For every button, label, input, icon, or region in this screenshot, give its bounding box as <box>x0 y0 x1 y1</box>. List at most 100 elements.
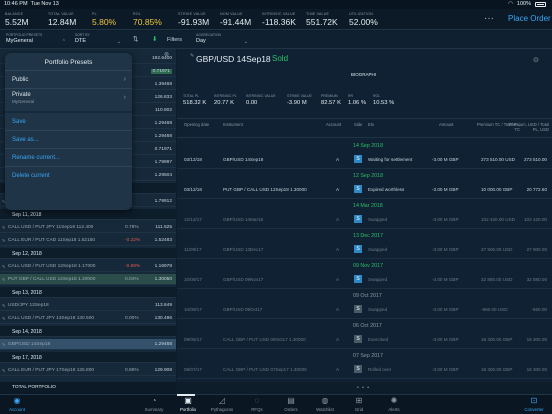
position-row[interactable]: ✎ CALL EUR / PUT JPY 17Sep18 125.800 0.89%… <box>0 365 176 376</box>
instrument: GBP/USD 13Dec17 <box>223 247 264 252</box>
history-date: 12 Sep 2018 <box>353 173 384 179</box>
more-dots-icon[interactable]: ··· <box>484 13 494 24</box>
aggregation-select[interactable]: AGGREGATION Day ⌄ <box>196 33 248 45</box>
history-row[interactable]: 06 Oct 2017 09/05/17 CALL GBP / PUT USD 06… <box>177 319 552 349</box>
settings-icon[interactable]: ⊗ <box>164 51 169 58</box>
position-edit-icon: ✎ <box>2 264 6 269</box>
sort-order-icon[interactable]: ⇅ <box>133 35 138 43</box>
private-presets-item[interactable]: Private MyGeneral <box>12 92 34 104</box>
position-name: CALL EUR / PUT JPY 17Sep18 125.800 <box>8 368 95 373</box>
save-button[interactable]: Save <box>12 119 26 125</box>
history-row[interactable]: 14 Sep 2018 03/12/18 GBP/USD 14Sep18 A S Wait… <box>177 139 552 169</box>
side-badge: S <box>354 155 362 163</box>
date-header: Sep 14, 2018 <box>0 326 176 337</box>
status-date: Tue Nov 13 <box>30 1 59 7</box>
tab-grid[interactable]: ⊞ Grid <box>344 396 374 412</box>
history-row[interactable]: 12 Sep 2018 03/12/18 PUT GBP / CALL USD 12… <box>177 169 552 199</box>
position-row[interactable]: ✎ USD/JPY 13Sep18 113.649 <box>0 300 176 311</box>
position-change: -0.89% <box>125 264 141 269</box>
trade-title: GBP/USD 14Sep18 <box>196 54 271 64</box>
download-icon[interactable]: ⬇ <box>152 35 157 43</box>
premium-usd: 18 300.00 <box>526 337 547 342</box>
metric-value: 551.72K <box>306 17 338 27</box>
status-time: 10:46 PM <box>4 1 28 7</box>
history-row[interactable]: 09 Nov 2017 10/09/17 GBP/USD 09Nov17 A S Swap… <box>177 259 552 289</box>
metric-intrinsic-value: INTRINSIC VALUE -118.36K <box>262 12 296 27</box>
date-label: Sep 14, 2018 <box>12 329 42 335</box>
date-header: Sep 13, 2018 <box>0 287 176 298</box>
chevron-down-icon: ⌄ <box>116 39 121 45</box>
position-edit-icon: ✎ <box>2 342 6 347</box>
history-date: 14 Mar 2018 <box>353 203 383 209</box>
position-row[interactable]: ✎ PUT GBP / CALL USD 12Sep18 1.30000 0.04%… <box>0 274 176 285</box>
position-row[interactable]: ✎ CALL EUR / PUT CAD 11Sep18 1.52150 -0.22… <box>0 235 176 246</box>
portfolio-presets-select[interactable]: PORTFOLIO PRESETS MyGeneral ⌃ <box>6 33 66 45</box>
bio-metric: INTRINSIC PL 20.77 K <box>214 94 237 106</box>
premium-tc: 27 900.00 USD <box>481 247 513 252</box>
column-header: Etx <box>368 122 375 127</box>
tab-label: Grid <box>354 407 364 412</box>
amount: -3.00 M GBP <box>432 307 459 312</box>
account: A <box>336 277 340 282</box>
position-edit-icon: ✎ <box>2 238 6 243</box>
side-badge: S <box>354 245 362 253</box>
page-indicator[interactable]: • • • <box>357 385 370 391</box>
tab-account[interactable]: ◉ Account <box>2 396 32 412</box>
tab-bar: ◉ Account ◔ Summary ▣ Portfolio ◿ Pythagoras ◌ RF… <box>0 394 552 414</box>
tab-label: Portfolio <box>179 407 197 412</box>
tab-converter[interactable]: ⊡ Converter <box>519 396 549 412</box>
side-badge: S <box>354 215 362 223</box>
save-as-button[interactable]: Save as... <box>12 137 39 143</box>
metric-label: NOM VALUE <box>220 12 243 16</box>
history-row[interactable]: 07 Sep 2017 08/07/17 CALL GBP / PUT USD 07… <box>177 349 552 379</box>
filters-button[interactable]: Filters <box>167 37 182 43</box>
amount: -3.00 M GBP <box>432 157 459 162</box>
rename-current-button[interactable]: Rename current... <box>12 155 60 161</box>
battery-percent: 100% <box>516 1 531 7</box>
history-row[interactable]: 09 Oct 2017 10/09/17 GBP/USD 09Oct17 A S Swap… <box>177 289 552 319</box>
position-change: 0.00% <box>125 316 139 321</box>
history-row[interactable]: 14 Mar 2018 12/12/17 GBP/USD 14Mar18 A S Swap… <box>177 199 552 229</box>
bio-metric-label: TOTAL PL <box>183 94 200 98</box>
tab-rfqs[interactable]: ◌ RFQs <box>242 396 272 412</box>
rfqs-icon: ◌ <box>254 396 260 405</box>
side-badge: S <box>354 185 362 193</box>
amount: -3.00 M GBP <box>432 217 459 222</box>
history-date: 14 Sep 2018 <box>353 143 384 149</box>
tab-watchlist[interactable]: ◍ Watchlist <box>310 396 340 412</box>
position-row[interactable]: ✎ CALL USD / PUT JPY 13Sep18 130.500 0.00%… <box>0 313 176 324</box>
position-edit-icon: ✎ <box>2 303 6 308</box>
tab-portfolio[interactable]: ▣ Portfolio <box>173 396 203 412</box>
premium-usd: 32 880.00 <box>526 277 547 282</box>
position-row[interactable]: ✎ CALL USD / PUT JPY 11Sep18 112.400 0.78%… <box>0 222 176 233</box>
options-icon[interactable]: ⊙ <box>533 56 539 64</box>
metric-label: STRIKE VALUE <box>178 12 206 16</box>
position-row[interactable]: ✎ CALL USD / PUT USD 12Sep18 1.17000 -0.89… <box>0 261 176 272</box>
amount: -3.00 M GBP <box>432 367 459 372</box>
tab-orders[interactable]: ▤ Orders <box>276 396 306 412</box>
instrument: GBP/USD 14Sep18 <box>223 157 264 162</box>
premium-usd: 18 300.00 <box>526 367 547 372</box>
public-presets-item[interactable]: Public <box>12 77 28 83</box>
biography-title: BIOGRAPHI <box>351 72 377 77</box>
edit-icon[interactable]: ✎ <box>190 53 194 59</box>
bio-metric-value: 0.00 <box>246 100 258 106</box>
amount: -3.00 M GBP <box>432 337 459 342</box>
date-label: Sep 11, 2018 <box>12 212 42 218</box>
place-order-button[interactable]: Place Order <box>508 14 551 23</box>
history-row[interactable]: 13 Dec 2017 11/09/17 GBP/USD 13Dec17 A S Swap… <box>177 229 552 259</box>
position-row[interactable]: ✎ GBP/USD 14Sep18 1.29468 <box>0 339 176 350</box>
tab-pythagoras[interactable]: ◿ Pythagoras <box>207 396 237 412</box>
tab-summary[interactable]: ◔ Summary <box>139 396 169 412</box>
history-date: 09 Nov 2017 <box>353 263 384 269</box>
history-date: 09 Oct 2017 <box>353 293 382 299</box>
date-label: Sep 12, 2018 <box>12 251 42 257</box>
status-bar: 10:46 PM Tue Nov 13 ◠ 100% <box>0 0 552 9</box>
instrument: CALL GBP / PUT USD 06Oct17 1.30000 <box>223 337 306 342</box>
total-portfolio-label: TOTAL PORTFOLIO <box>12 385 56 390</box>
tab-alerts[interactable]: ✺ Alerts <box>379 396 409 412</box>
delete-current-button[interactable]: Delete current <box>12 173 50 179</box>
total-portfolio-row[interactable]: TOTAL PORTFOLIO <box>0 382 176 394</box>
sort-by-select[interactable]: SORT BY DTE ⌄ <box>75 33 121 45</box>
premium-tc: 18 300.00 GBP <box>481 337 513 342</box>
